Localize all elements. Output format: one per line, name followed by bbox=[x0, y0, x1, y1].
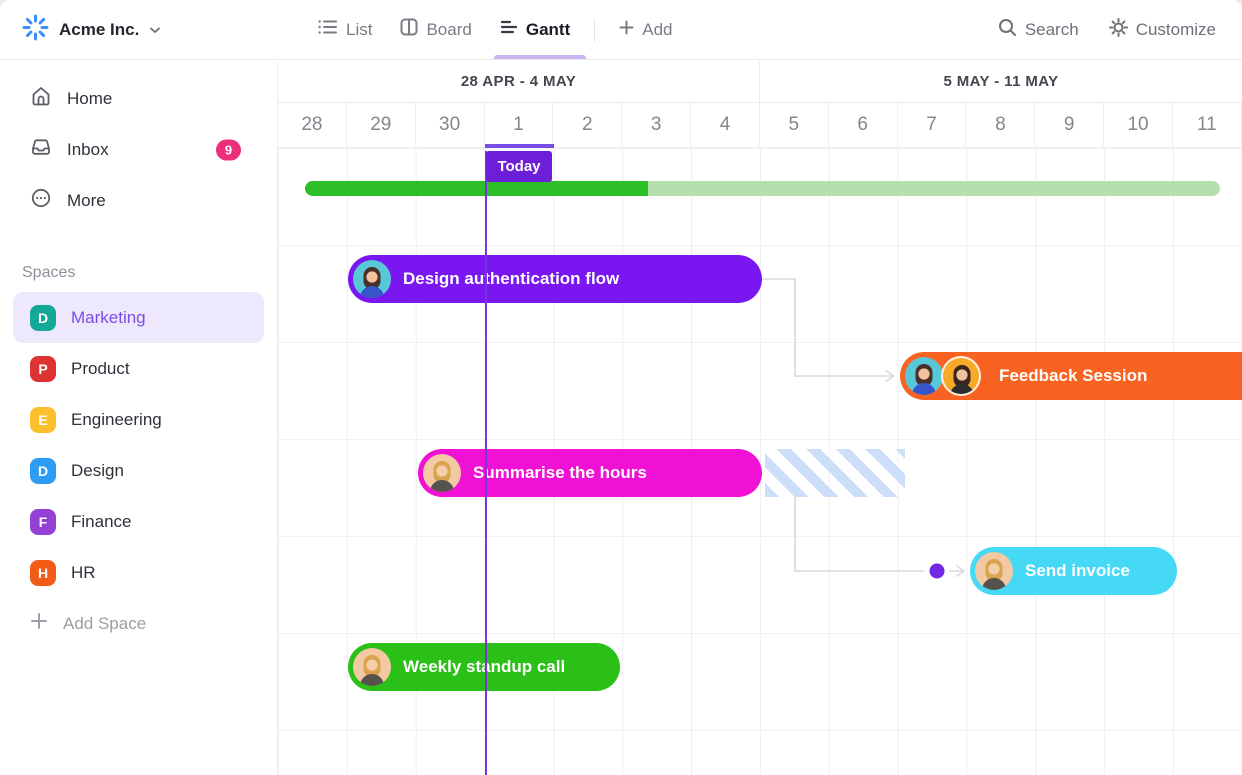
topbar-actions: Search Customize bbox=[998, 18, 1242, 42]
add-view-label: Add bbox=[642, 20, 672, 40]
day-cell-30[interactable]: 30 bbox=[416, 103, 485, 147]
gantt-day-header: 28 29 30 1 2 3 4 5 6 7 8 9 10 11 bbox=[278, 103, 1242, 148]
workspace-name: Acme Inc. bbox=[59, 20, 139, 40]
spaces-section-header: Spaces bbox=[22, 264, 277, 282]
sidebar-space-hr[interactable]: H HR bbox=[13, 547, 264, 598]
today-marker[interactable]: Today bbox=[486, 151, 552, 182]
topbar: Acme Inc. List bbox=[0, 0, 1242, 60]
space-label-hr: HR bbox=[71, 563, 96, 583]
day-cell-7[interactable]: 7 bbox=[898, 103, 967, 147]
search-button[interactable]: Search bbox=[998, 18, 1079, 42]
search-icon bbox=[998, 18, 1017, 42]
tab-board[interactable]: Board bbox=[386, 0, 485, 59]
add-space-label: Add Space bbox=[63, 614, 146, 634]
space-label-design: Design bbox=[71, 461, 124, 481]
inbox-icon bbox=[30, 136, 52, 163]
sidebar-space-finance[interactable]: F Finance bbox=[13, 496, 264, 547]
space-badge-finance: F bbox=[30, 509, 56, 535]
space-badge-engineering: E bbox=[30, 407, 56, 433]
home-icon bbox=[30, 85, 52, 112]
avatar bbox=[941, 356, 981, 396]
day-cell-3[interactable]: 3 bbox=[622, 103, 691, 147]
task-bar-design-authentication-flow[interactable]: Design authentication flow bbox=[348, 255, 762, 303]
sidebar-inbox-label: Inbox bbox=[67, 140, 109, 160]
space-label-marketing: Marketing bbox=[71, 308, 146, 328]
day-cell-10[interactable]: 10 bbox=[1104, 103, 1173, 147]
day-cell-8[interactable]: 8 bbox=[966, 103, 1035, 147]
app-window: Acme Inc. List bbox=[0, 0, 1242, 775]
gantt-panel: 28 APR - 4 MAY 5 MAY - 11 MAY 28 29 30 1… bbox=[278, 61, 1242, 775]
gantt-view-icon bbox=[500, 19, 518, 40]
chevron-down-icon bbox=[149, 21, 161, 39]
sidebar-more-label: More bbox=[67, 191, 106, 211]
tab-gantt[interactable]: Gantt bbox=[486, 0, 584, 59]
more-ellipsis-icon bbox=[30, 187, 52, 214]
avatar bbox=[353, 260, 391, 298]
dependency-dot bbox=[930, 564, 945, 579]
active-tab-underline bbox=[494, 55, 586, 59]
tab-gantt-label: Gantt bbox=[526, 20, 570, 40]
gantt-chart-body: Design authentication flow Feedback Sess… bbox=[278, 148, 1242, 775]
space-label-finance: Finance bbox=[71, 512, 131, 532]
day-cell-11[interactable]: 11 bbox=[1173, 103, 1242, 147]
day-cell-6[interactable]: 6 bbox=[829, 103, 898, 147]
plus-icon bbox=[30, 612, 48, 635]
day-cell-28[interactable]: 28 bbox=[278, 103, 347, 147]
sidebar-space-design[interactable]: D Design bbox=[13, 445, 264, 496]
task-label: Feedback Session bbox=[999, 366, 1147, 386]
space-badge-design: D bbox=[30, 458, 56, 484]
sidebar: Home Inbox 9 More Spaces D Marketing P P… bbox=[0, 61, 278, 775]
space-badge-marketing: D bbox=[30, 305, 56, 331]
avatar bbox=[353, 648, 391, 686]
space-label-engineering: Engineering bbox=[71, 410, 162, 430]
task-bar-weekly-standup-call[interactable]: Weekly standup call bbox=[348, 643, 620, 691]
task-bar-feedback-session[interactable]: Feedback Session bbox=[900, 352, 1242, 400]
task-label: Send invoice bbox=[1025, 561, 1130, 581]
tab-separator bbox=[594, 18, 595, 42]
sidebar-home-label: Home bbox=[67, 89, 112, 109]
inbox-count-badge: 9 bbox=[216, 139, 241, 160]
task-bar-summarise-the-hours[interactable]: Summarise the hours bbox=[418, 449, 762, 497]
add-space-button[interactable]: Add Space bbox=[13, 598, 264, 649]
search-label: Search bbox=[1025, 20, 1079, 40]
today-line bbox=[485, 151, 487, 775]
gantt-week-header: 28 APR - 4 MAY 5 MAY - 11 MAY bbox=[278, 61, 1242, 103]
day-cell-1[interactable]: 1 bbox=[485, 103, 554, 147]
sidebar-space-marketing[interactable]: D Marketing bbox=[13, 292, 264, 343]
day-cell-29[interactable]: 29 bbox=[347, 103, 416, 147]
sidebar-item-inbox[interactable]: Inbox 9 bbox=[0, 124, 277, 175]
workspace-switcher[interactable]: Acme Inc. bbox=[0, 14, 278, 46]
avatar bbox=[975, 552, 1013, 590]
task-label: Summarise the hours bbox=[473, 463, 647, 483]
day-cell-2[interactable]: 2 bbox=[553, 103, 622, 147]
task-bar-send-invoice[interactable]: Send invoice bbox=[970, 547, 1177, 595]
space-label-product: Product bbox=[71, 359, 130, 379]
customize-label: Customize bbox=[1136, 20, 1216, 40]
view-tabs: List Board bbox=[304, 0, 686, 59]
day-cell-5[interactable]: 5 bbox=[760, 103, 829, 147]
workspace-logo-icon bbox=[22, 14, 49, 46]
sidebar-item-home[interactable]: Home bbox=[0, 73, 277, 124]
space-badge-product: P bbox=[30, 356, 56, 382]
customize-button[interactable]: Customize bbox=[1109, 18, 1216, 42]
avatar bbox=[905, 357, 943, 395]
tab-board-label: Board bbox=[426, 20, 471, 40]
space-badge-hr: H bbox=[30, 560, 56, 586]
add-view-button[interactable]: Add bbox=[605, 0, 686, 59]
day-cell-9[interactable]: 9 bbox=[1035, 103, 1104, 147]
sidebar-space-product[interactable]: P Product bbox=[13, 343, 264, 394]
week-range-2: 5 MAY - 11 MAY bbox=[760, 61, 1242, 102]
gear-icon bbox=[1109, 18, 1128, 42]
plus-icon bbox=[619, 20, 634, 40]
tab-list[interactable]: List bbox=[304, 0, 386, 59]
sidebar-item-more[interactable]: More bbox=[0, 175, 277, 226]
list-view-icon bbox=[318, 19, 338, 40]
board-view-icon bbox=[400, 18, 418, 41]
tab-list-label: List bbox=[346, 20, 372, 40]
week-range-1: 28 APR - 4 MAY bbox=[278, 61, 760, 102]
avatar bbox=[423, 454, 461, 492]
task-label: Design authentication flow bbox=[403, 269, 619, 289]
day-cell-4[interactable]: 4 bbox=[691, 103, 760, 147]
sidebar-space-engineering[interactable]: E Engineering bbox=[13, 394, 264, 445]
